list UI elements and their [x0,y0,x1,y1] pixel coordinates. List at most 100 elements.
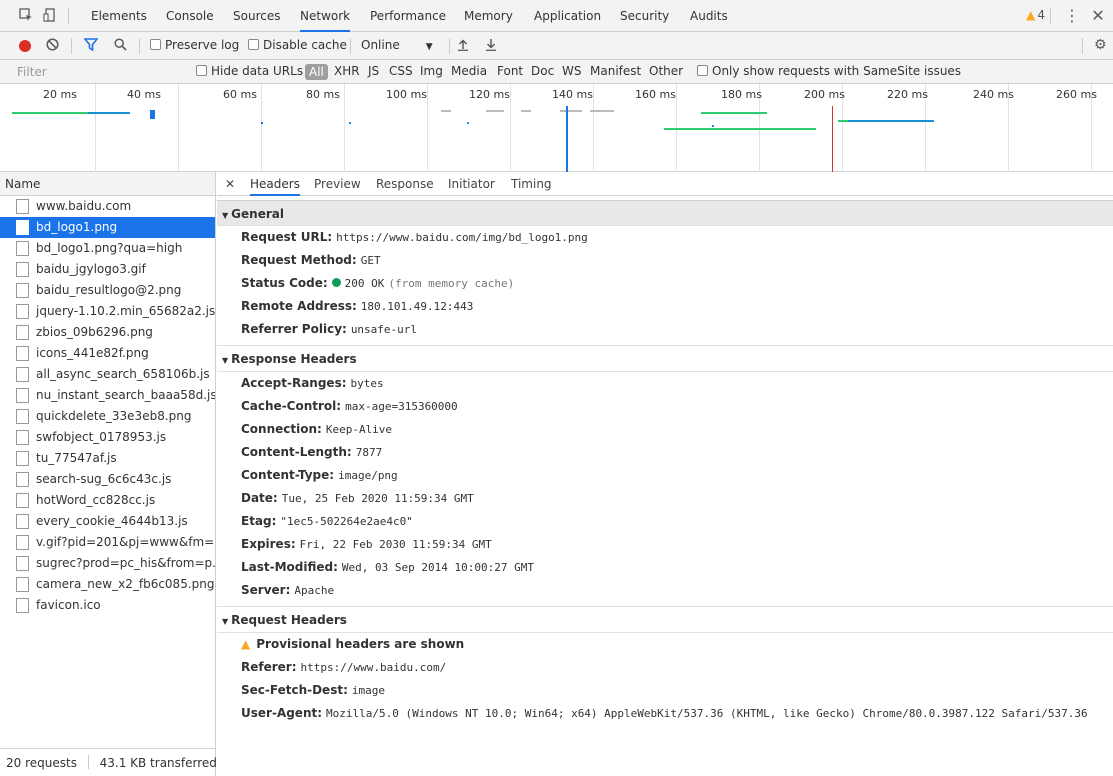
request-row[interactable]: search-sug_6c6c43c.js [0,469,215,490]
header-value: https://www.baidu.com/ [300,661,447,674]
tab-initiator[interactable]: Initiator [448,172,495,196]
header-value: Keep-Alive [325,423,393,436]
request-row[interactable]: icons_441e82f.png [0,343,215,364]
tab-console[interactable]: Console [166,0,214,31]
details-tab-bar: ✕ Headers Preview Response Initiator Tim… [217,172,1113,196]
request-row[interactable]: sugrec?prod=pc_his&from=p... [0,553,215,574]
filter-type-manifest[interactable]: Manifest [590,60,641,83]
response-headers-section-header[interactable]: ▼ Response Headers [217,346,1113,372]
inspect-element-icon[interactable] [18,8,34,24]
request-row[interactable]: hotWord_cc828cc.js [0,490,215,511]
timeline-tick: 80 ms [306,88,340,101]
request-row[interactable]: v.gif?pid=201&pj=www&fm=... [0,532,215,553]
request-name: v.gif?pid=201&pj=www&fm=... [36,535,215,549]
search-icon[interactable] [114,32,127,59]
timeline-overview[interactable]: 20 ms 40 ms 60 ms 80 ms 100 ms 120 ms 14… [0,84,1113,172]
header-row: Last-Modified: Wed, 03 Sep 2014 10:00:27 … [217,556,1113,579]
tab-audits[interactable]: Audits [690,0,728,31]
tab-application[interactable]: Application [534,0,601,31]
clear-icon[interactable] [46,32,59,59]
waterfall-bar [521,110,531,112]
filter-type-other[interactable]: Other [649,60,683,83]
waterfall-bar [349,122,351,124]
header-name: Sec-Fetch-Dest: [241,683,348,697]
request-row[interactable]: baidu_resultlogo@2.png [0,280,215,301]
request-row[interactable]: all_async_search_658106b.js [0,364,215,385]
warning-counter[interactable]: ▲ 4 [1026,8,1045,22]
header-row: Sec-Fetch-Dest: image [217,679,1113,702]
tab-network[interactable]: Network [300,0,351,32]
samesite-checkbox[interactable]: Only show requests with SameSite issues [697,60,961,83]
import-har-icon[interactable] [457,32,469,59]
request-row[interactable]: bd_logo1.png?qua=high [0,238,215,259]
tab-headers[interactable]: Headers [250,172,300,196]
request-name: tu_77547af.js [36,451,117,465]
close-icon[interactable]: ✕ [1090,8,1106,24]
file-icon [16,367,29,382]
export-har-icon[interactable] [485,32,497,59]
header-name: User-Agent: [241,706,323,720]
request-row[interactable]: quickdelete_33e3eb8.png [0,406,215,427]
waterfall-bar [467,122,469,124]
tab-performance[interactable]: Performance [370,0,446,31]
request-row[interactable]: bd_logo1.png [0,217,215,238]
device-toolbar-icon[interactable] [42,8,58,24]
filter-type-img[interactable]: Img [420,60,443,83]
filter-type-all[interactable]: All [305,64,328,80]
request-row[interactable]: zbios_09b6296.png [0,322,215,343]
name-column-header[interactable]: Name [0,172,215,196]
request-row[interactable]: favicon.ico [0,595,215,616]
filter-type-doc[interactable]: Doc [531,60,554,83]
tab-memory[interactable]: Memory [464,0,513,31]
filter-type-css[interactable]: CSS [389,60,413,83]
file-icon [16,220,29,235]
hide-data-urls-checkbox[interactable]: Hide data URLs [196,60,303,83]
header-value: https://www.baidu.com/img/bd_logo1.png [336,231,588,244]
header-name: Status Code: [241,276,328,290]
header-value-note: (from memory cache) [388,277,515,290]
timeline-tick: 60 ms [223,88,257,101]
timeline-tick: 220 ms [887,88,928,101]
request-details-pane: ✕ Headers Preview Response Initiator Tim… [217,172,1113,776]
request-row[interactable]: camera_new_x2_fb6c085.png [0,574,215,595]
filter-type-ws[interactable]: WS [562,60,581,83]
header-row: Content-Length: 7877 [217,441,1113,464]
general-section-header[interactable]: ▼ General [217,200,1113,226]
file-icon [16,451,29,466]
filter-type-js[interactable]: JS [368,60,379,83]
tab-elements[interactable]: Elements [91,0,147,31]
request-row[interactable]: every_cookie_4644b13.js [0,511,215,532]
request-row[interactable]: nu_instant_search_baaa58d.js [0,385,215,406]
request-name: baidu_jgylogo3.gif [36,262,146,276]
request-headers-section-header[interactable]: ▼ Request Headers [217,607,1113,633]
throttling-select[interactable]: Online ▼ [361,32,433,59]
record-button[interactable] [19,40,31,52]
waterfall-bar [590,110,614,112]
header-value: Apache [294,584,335,597]
request-row[interactable]: tu_77547af.js [0,448,215,469]
request-row[interactable]: www.baidu.com [0,196,215,217]
network-settings-gear-icon[interactable]: ⚙ [1094,32,1107,59]
more-options-icon[interactable]: ⋮ [1064,8,1080,24]
request-row[interactable]: swfobject_0178953.js [0,427,215,448]
network-toolbar: Preserve log Disable cache Online ▼ ⚙ [0,32,1113,60]
tab-timing[interactable]: Timing [511,172,552,196]
header-value: 180.101.49.12:443 [360,300,474,313]
triangle-down-icon: ▼ [222,356,229,365]
filter-input[interactable] [0,60,190,83]
triangle-down-icon: ▼ [222,211,229,220]
disable-cache-checkbox[interactable]: Disable cache [248,32,347,59]
request-row[interactable]: jquery-1.10.2.min_65682a2.js [0,301,215,322]
request-name: zbios_09b6296.png [36,325,153,339]
filter-type-media[interactable]: Media [451,60,487,83]
preserve-log-checkbox[interactable]: Preserve log [150,32,239,59]
tab-response[interactable]: Response [376,172,434,196]
close-details-icon[interactable]: ✕ [225,172,235,196]
request-row[interactable]: baidu_jgylogo3.gif [0,259,215,280]
tab-preview[interactable]: Preview [314,172,361,196]
tab-security[interactable]: Security [620,0,669,31]
tab-sources[interactable]: Sources [233,0,280,31]
filter-type-font[interactable]: Font [497,60,523,83]
filter-type-xhr[interactable]: XHR [334,60,360,83]
filter-icon[interactable] [83,32,99,59]
